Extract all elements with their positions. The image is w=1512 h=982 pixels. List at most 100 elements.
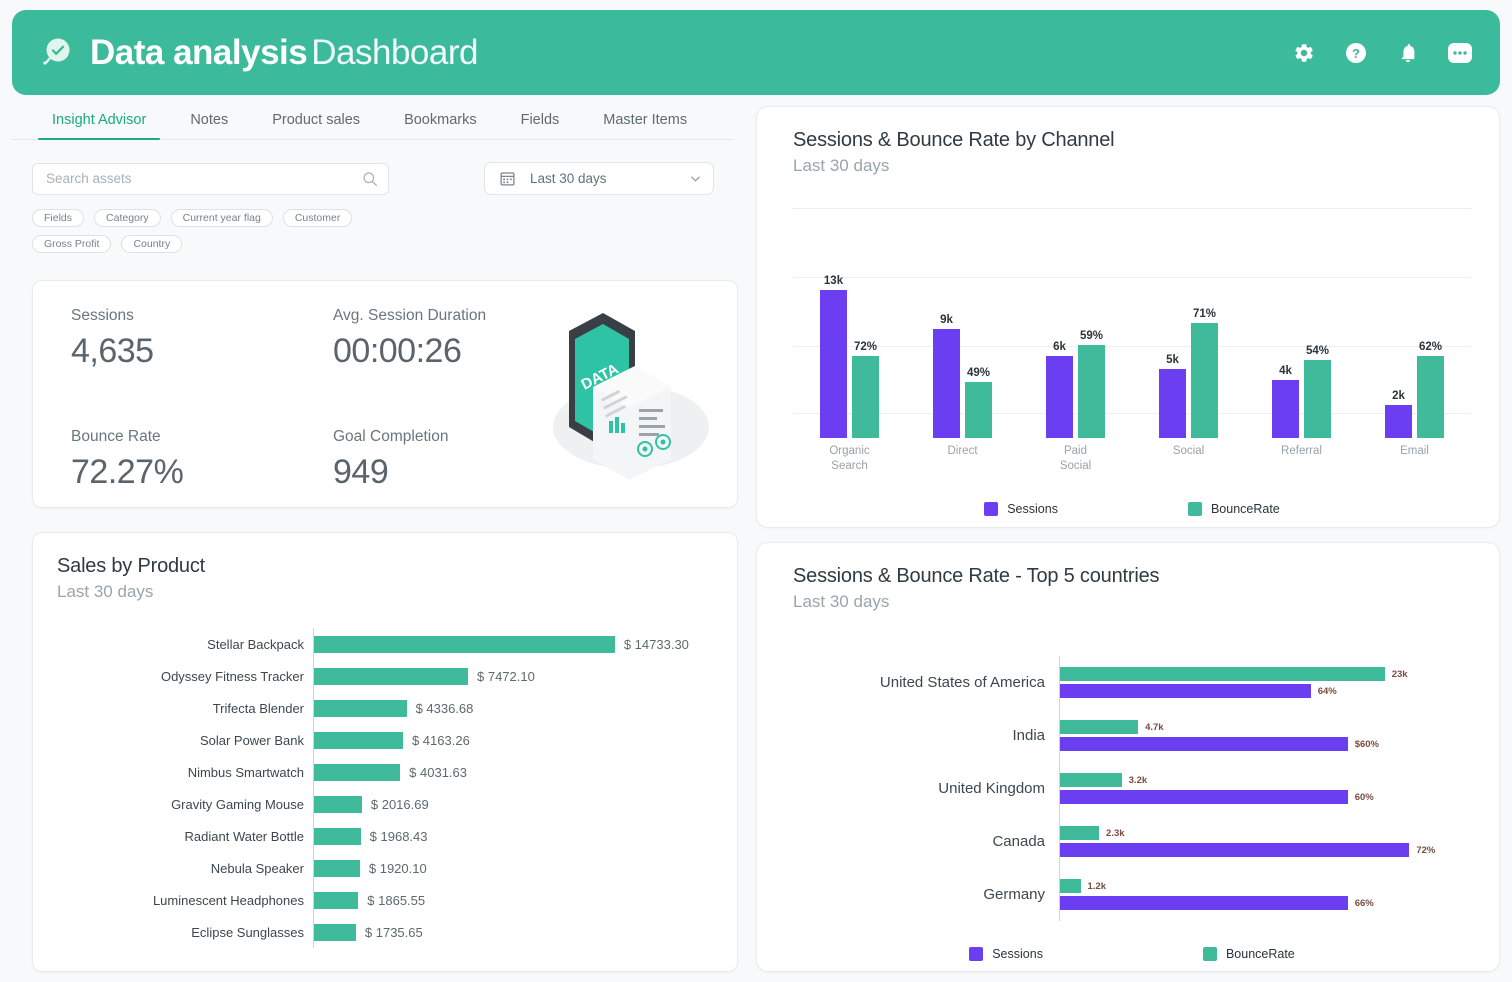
countries-chart: United States of America 23k 64% India	[793, 656, 1471, 921]
bounce-bar[interactable]: 71%	[1191, 323, 1218, 438]
bar-label: Luminescent Headphones	[57, 893, 313, 908]
bar-value: $ 7472.10	[477, 669, 535, 684]
gear-icon	[1293, 42, 1315, 64]
sessions-bar[interactable]	[1060, 843, 1409, 857]
bar-value: 4k	[1279, 365, 1292, 377]
more-options-button[interactable]	[1446, 39, 1474, 67]
kpi-goal-completion-label: Goal Completion	[333, 428, 448, 446]
bar-row[interactable]: Trifecta Blender $ 4336.68	[57, 692, 713, 724]
sessions-bar[interactable]: 9k	[933, 329, 960, 438]
sessions-bar[interactable]: 5k	[1159, 369, 1186, 438]
sessions-bar-line: 60%	[1060, 790, 1471, 804]
sessions-bar[interactable]: 4k	[1272, 380, 1299, 438]
tab-fields[interactable]: Fields	[499, 112, 582, 139]
bar-value: $ 2016.69	[371, 797, 429, 812]
tab-insight-advisor[interactable]: Insight Advisor	[30, 112, 168, 139]
bar-row[interactable]: Radiant Water Bottle $ 1968.43	[57, 820, 713, 852]
bounce-bar[interactable]	[1060, 826, 1099, 840]
bar-fill	[314, 924, 356, 941]
sessions-bar[interactable]: 13k	[820, 290, 847, 438]
bar-value: 3.2k	[1129, 775, 1148, 786]
bar-fill	[314, 700, 407, 717]
search-input[interactable]	[46, 171, 362, 186]
legend-item-sessions[interactable]: Sessions	[984, 502, 1058, 516]
category-line-1: Email	[1358, 444, 1471, 459]
bar-value: $ 1735.65	[365, 925, 423, 940]
bar-group[interactable]: 2k 62%	[1358, 232, 1471, 438]
bounce-bar[interactable]	[1060, 720, 1138, 734]
bar-row[interactable]: Nebula Speaker $ 1920.10	[57, 852, 713, 884]
sessions-bar[interactable]	[1060, 790, 1348, 804]
country-row[interactable]: India 4.7k $60%	[793, 709, 1471, 762]
notifications-button[interactable]	[1394, 39, 1422, 67]
sessions-bar[interactable]: 2k	[1385, 405, 1412, 438]
bar-row[interactable]: Gravity Gaming Mouse $ 2016.69	[57, 788, 713, 820]
sessions-bar[interactable]: 6k	[1046, 356, 1073, 438]
bar-track: $ 14733.30	[313, 628, 713, 660]
bar-row[interactable]: Solar Power Bank $ 4163.26	[57, 724, 713, 756]
bounce-bar[interactable]	[1060, 879, 1081, 893]
search-assets-box[interactable]	[32, 163, 389, 195]
bar-fill	[314, 636, 615, 653]
legend-label: Sessions	[1007, 502, 1058, 516]
bounce-bar[interactable]	[1060, 667, 1385, 681]
bounce-bar[interactable]: 62%	[1417, 356, 1444, 438]
chip-fields[interactable]: Fields	[32, 209, 84, 227]
bounce-bar[interactable]: 72%	[852, 356, 879, 438]
tab-master-items[interactable]: Master Items	[581, 112, 709, 139]
bar-group[interactable]: 5k 71%	[1132, 232, 1245, 438]
date-range-selector[interactable]: Last 30 days	[484, 162, 714, 195]
bounce-bar[interactable]: 59%	[1078, 345, 1105, 438]
country-row[interactable]: Canada 2.3k 72%	[793, 815, 1471, 868]
bar-row[interactable]: Eclipse Sunglasses $ 1735.65	[57, 916, 713, 948]
bar-value: 54%	[1306, 345, 1329, 357]
chip-gross-profit[interactable]: Gross Profit	[32, 235, 111, 253]
svg-text:?: ?	[1352, 46, 1360, 61]
country-row[interactable]: United Kingdom 3.2k 60%	[793, 762, 1471, 815]
category-label: Direct	[906, 444, 1019, 474]
bar-label: Nimbus Smartwatch	[57, 765, 313, 780]
bar-group[interactable]: 13k 72%	[793, 232, 906, 438]
sessions-bar[interactable]	[1060, 737, 1348, 751]
country-row[interactable]: United States of America 23k 64%	[793, 656, 1471, 709]
country-label: India	[793, 727, 1059, 744]
tab-product-sales[interactable]: Product sales	[250, 112, 382, 139]
country-bars: 1.2k 66%	[1059, 868, 1471, 921]
tab-bookmarks[interactable]: Bookmarks	[382, 112, 499, 139]
sessions-bounce-top-countries-panel: Sessions & Bounce Rate - Top 5 countries…	[756, 542, 1500, 972]
country-label: Canada	[793, 833, 1059, 850]
chip-customer[interactable]: Customer	[283, 209, 353, 227]
bar-track: $ 1865.55	[313, 884, 713, 916]
sessions-bounce-by-channel-panel: Sessions & Bounce Rate by Channel Last 3…	[756, 106, 1500, 528]
bar-row[interactable]: Odyssey Fitness Tracker $ 7472.10	[57, 660, 713, 692]
settings-button[interactable]	[1290, 39, 1318, 67]
bar-row[interactable]: Luminescent Headphones $ 1865.55	[57, 884, 713, 916]
bar-value: $ 14733.30	[624, 637, 689, 652]
bar-fill	[314, 796, 362, 813]
legend-item-bouncerate[interactable]: BounceRate	[1203, 947, 1295, 961]
legend-item-bouncerate[interactable]: BounceRate	[1188, 502, 1280, 516]
kpi-bounce-rate-value: 72.27%	[71, 453, 183, 492]
chip-category[interactable]: Category	[94, 209, 161, 227]
legend-item-sessions[interactable]: Sessions	[969, 947, 1043, 961]
sessions-bar[interactable]	[1060, 684, 1311, 698]
kpi-grid: Sessions 4,635 Avg. Session Duration 00:…	[33, 281, 737, 507]
bar-group[interactable]: 6k 59%	[1019, 232, 1132, 438]
tab-notes[interactable]: Notes	[168, 112, 250, 139]
calendar-icon	[499, 170, 516, 187]
bar-row[interactable]: Nimbus Smartwatch $ 4031.63	[57, 756, 713, 788]
bar-group[interactable]: 9k 49%	[906, 232, 1019, 438]
help-button[interactable]: ?	[1342, 39, 1370, 67]
kpi-goal-completion-value: 949	[333, 453, 448, 492]
chip-country[interactable]: Country	[121, 235, 182, 253]
country-row[interactable]: Germany 1.2k 66%	[793, 868, 1471, 921]
sessions-bar[interactable]	[1060, 896, 1348, 910]
bar-value: 59%	[1080, 330, 1103, 342]
bar-row[interactable]: Stellar Backpack $ 14733.30	[57, 628, 713, 660]
bar-group[interactable]: 4k 54%	[1245, 232, 1358, 438]
bounce-bar[interactable]: 49%	[965, 382, 992, 438]
kpi-sessions: Sessions 4,635	[71, 307, 154, 371]
bounce-bar[interactable]	[1060, 773, 1122, 787]
bounce-bar[interactable]: 54%	[1304, 360, 1331, 438]
chip-current-year-flag[interactable]: Current year flag	[171, 209, 273, 227]
